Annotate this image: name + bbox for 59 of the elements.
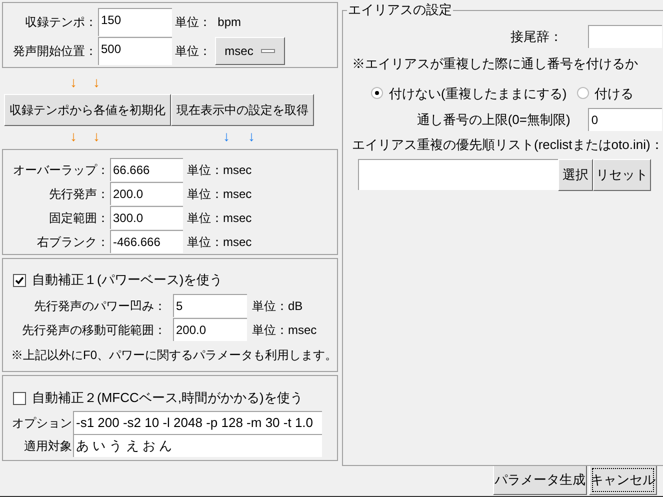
- text-field[interactable]: 200.0: [110, 182, 183, 205]
- button[interactable]: 現在表示中の設定を取得: [171, 94, 314, 126]
- button[interactable]: 収録テンポから各値を初期化: [4, 94, 171, 126]
- field-label: 通し番号の上限(0=無制限): [416, 110, 570, 129]
- checkbox-label: 自動補正２(MFCCベース,時間がかかる)を使う: [32, 389, 303, 408]
- unit-label: 単位：msec: [187, 186, 252, 202]
- field-label: オプション: [11, 414, 73, 432]
- note-text: ※エイリアスが重複した際に通し番号を付けるか: [351, 55, 640, 73]
- checkbox[interactable]: [13, 274, 26, 286]
- button[interactable]: 選択: [558, 158, 594, 190]
- unit-label: 単位：msec: [252, 322, 317, 338]
- group-title: エイリアスの設定: [347, 2, 454, 18]
- checkbox[interactable]: [13, 392, 26, 404]
- text-field[interactable]: 150: [98, 8, 172, 36]
- field-label: オーバーラップ：: [12, 162, 110, 178]
- field-label: エイリアス重複の優先順リスト(reclistまたはoto.ini)：: [351, 136, 663, 154]
- arrow-icon: ↓: [70, 72, 77, 93]
- arrow-icon: ↓: [93, 72, 100, 93]
- field-label: 収録テンポ：: [24, 14, 98, 31]
- text-field[interactable]: 66.666: [110, 158, 183, 181]
- text-field[interactable]: [588, 25, 662, 48]
- text-field[interactable]: 300.0: [110, 206, 183, 229]
- checkbox-label: 自動補正１(パワーベース)を使う: [32, 271, 223, 290]
- list-field[interactable]: [358, 158, 558, 190]
- dropdown-indicator-icon: [261, 49, 276, 53]
- radio-label: 付けない(重複したままにする): [389, 84, 567, 103]
- text-field[interactable]: 0: [588, 108, 662, 131]
- arrow-icon: ↓: [248, 126, 255, 147]
- text-field[interactable]: -466.666: [110, 230, 183, 253]
- text-field[interactable]: 5: [173, 294, 247, 317]
- text-field[interactable]: 200.0: [173, 318, 247, 341]
- text-field[interactable]: 500: [98, 37, 172, 65]
- unit-label: 単位：msec: [187, 162, 252, 178]
- text-field[interactable]: -s1 200 -s2 10 -l 2048 -p 128 -m 30 -t 1.0: [73, 411, 322, 434]
- note-text: ※上記以外にF0、パワーに関するパラメータも利用します。: [10, 347, 338, 364]
- unit-label: 単位：msec: [187, 234, 252, 250]
- radio-button[interactable]: [371, 87, 384, 100]
- text-field[interactable]: あ い う え お ん: [73, 434, 322, 457]
- field-label: 固定範囲：: [48, 210, 110, 226]
- arrow-icon: ↓: [93, 126, 100, 147]
- radio-button[interactable]: [576, 87, 589, 100]
- field-label: 適用対象: [23, 438, 73, 454]
- field-label: 先行発声：: [48, 186, 110, 202]
- arrow-icon: ↓: [70, 126, 77, 147]
- radio-label: 付ける: [594, 84, 634, 102]
- button[interactable]: パラメータ生成: [493, 465, 587, 495]
- field-label: 先行発声の移動可能範囲：: [21, 322, 167, 338]
- unit-label: 単位：: [175, 43, 211, 60]
- unit-label: 単位： bpm: [175, 14, 242, 31]
- field-label: 発声開始位置：: [12, 43, 98, 60]
- arrow-icon: ↓: [223, 126, 230, 147]
- field-label: 右ブランク：: [36, 234, 110, 250]
- unit-label: 単位：msec: [187, 210, 252, 226]
- field-label: 先行発声のパワー凹み：: [33, 298, 167, 314]
- field-label: 接尾辞：: [510, 28, 562, 46]
- button[interactable]: リセット: [593, 158, 652, 190]
- button[interactable]: キャンセル: [589, 465, 657, 495]
- unit-label: 単位：dB: [252, 298, 303, 314]
- unit-dropdown[interactable]: msec: [215, 37, 285, 65]
